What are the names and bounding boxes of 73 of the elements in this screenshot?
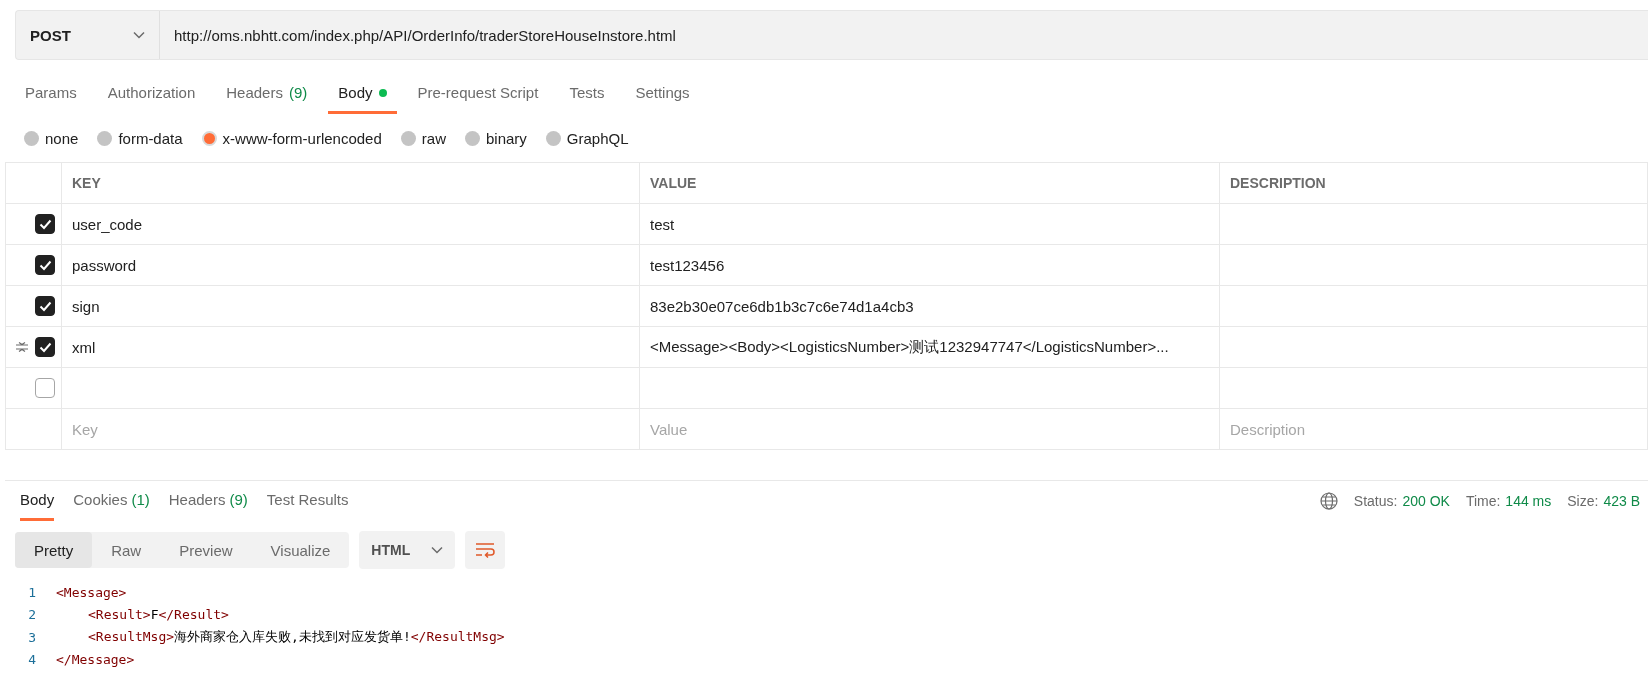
param-key: xml <box>72 338 96 356</box>
radio-dot[interactable] <box>201 130 217 146</box>
param-key: sign <box>72 297 100 315</box>
body-type-radio[interactable]: GraphQL <box>545 129 629 147</box>
format-dropdown[interactable]: HTML <box>359 531 456 569</box>
check-icon <box>38 218 52 230</box>
request-tab[interactable]: Params <box>15 74 87 114</box>
column-header: KEY <box>72 175 101 191</box>
request-tab[interactable]: Settings <box>625 74 700 114</box>
param-value: <Message><Body><LogisticsNumber>测试1232947747</LogisticsNumber>... <box>650 337 1169 357</box>
code-line: <Result>F</Result> <box>88 607 229 623</box>
check-icon <box>38 259 52 271</box>
view-mode-tab[interactable]: Pretty <box>15 532 93 568</box>
drag-handle-icon[interactable] <box>15 341 29 353</box>
row-checkbox[interactable] <box>35 296 55 316</box>
tab-count: (1) <box>131 491 150 508</box>
code-line: <ResultMsg>海外商家仓入库失败,未找到对应发货单!</ResultMsg> <box>88 628 505 647</box>
line-number: 1 <box>27 584 37 600</box>
meta-label: Time: <box>1465 493 1501 509</box>
view-mode-tab[interactable]: Preview <box>160 532 252 568</box>
response-tab[interactable]: Cookies (1) <box>73 481 150 521</box>
line-number: 2 <box>27 607 37 623</box>
body-type-radio[interactable]: raw <box>400 129 446 147</box>
line-number: 4 <box>27 652 37 668</box>
method-dropdown[interactable]: POST <box>15 10 160 60</box>
row-checkbox[interactable] <box>35 255 55 275</box>
row-checkbox[interactable] <box>35 378 55 398</box>
wrap-lines-button[interactable] <box>465 531 506 569</box>
radio-dot[interactable] <box>400 130 416 146</box>
meta-label: Status: <box>1353 493 1398 509</box>
radio-dot[interactable] <box>97 130 113 146</box>
body-type-radio[interactable]: none <box>24 129 79 147</box>
line-number: 3 <box>27 629 37 645</box>
tab-count: (9) <box>288 84 308 101</box>
wrap-lines-icon <box>475 542 496 558</box>
request-tab[interactable]: Headers (9) <box>216 74 318 114</box>
request-tab[interactable]: Pre-request Script <box>407 74 549 114</box>
view-mode-tab[interactable]: Visualize <box>251 532 350 568</box>
code-line: <Message> <box>56 584 127 600</box>
param-value: test <box>650 215 675 233</box>
check-icon <box>38 341 52 353</box>
meta-value: 423 B <box>1603 493 1640 509</box>
param-key: user_code <box>72 215 143 233</box>
row-checkbox[interactable] <box>35 337 55 357</box>
response-tab[interactable]: Headers (9) <box>168 481 248 521</box>
request-tab[interactable]: Tests <box>559 74 615 114</box>
body-type-radio[interactable]: binary <box>464 129 527 147</box>
code-line: </Message> <box>56 652 135 668</box>
url-field[interactable]: http://oms.nbhtt.com/index.php/API/OrderInfo/traderStoreHouseInstore.html <box>160 10 1648 60</box>
param-value: 83e2b30e07ce6db1b3c7c6e74d1a4cb3 <box>650 297 914 315</box>
body-type-radio[interactable]: form-data <box>97 129 183 147</box>
param-key: password <box>72 256 137 274</box>
meta-label: Size: <box>1567 493 1599 509</box>
row-checkbox[interactable] <box>35 214 55 234</box>
meta-value: 200 OK <box>1402 493 1450 509</box>
request-tab[interactable]: Authorization <box>97 74 206 114</box>
response-tab[interactable]: Body <box>20 481 55 521</box>
body-type-radio[interactable]: x-www-form-urlencoded <box>201 129 382 147</box>
param-value: test123456 <box>650 256 725 274</box>
chevron-down-icon <box>431 546 444 554</box>
request-tab[interactable]: Body <box>328 74 397 114</box>
view-mode-tab[interactable]: Raw <box>92 532 161 568</box>
column-header: DESCRIPTION <box>1230 175 1326 191</box>
meta-value: 144 ms <box>1505 493 1552 509</box>
tab-count: (9) <box>229 491 248 508</box>
globe-icon[interactable] <box>1319 492 1338 510</box>
chevron-down-icon <box>133 31 145 39</box>
response-tab[interactable]: Test Results <box>266 481 349 521</box>
check-icon <box>38 300 52 312</box>
radio-dot[interactable] <box>464 130 480 146</box>
column-header: VALUE <box>650 175 697 191</box>
radio-dot[interactable] <box>545 130 561 146</box>
radio-dot[interactable] <box>24 130 39 146</box>
